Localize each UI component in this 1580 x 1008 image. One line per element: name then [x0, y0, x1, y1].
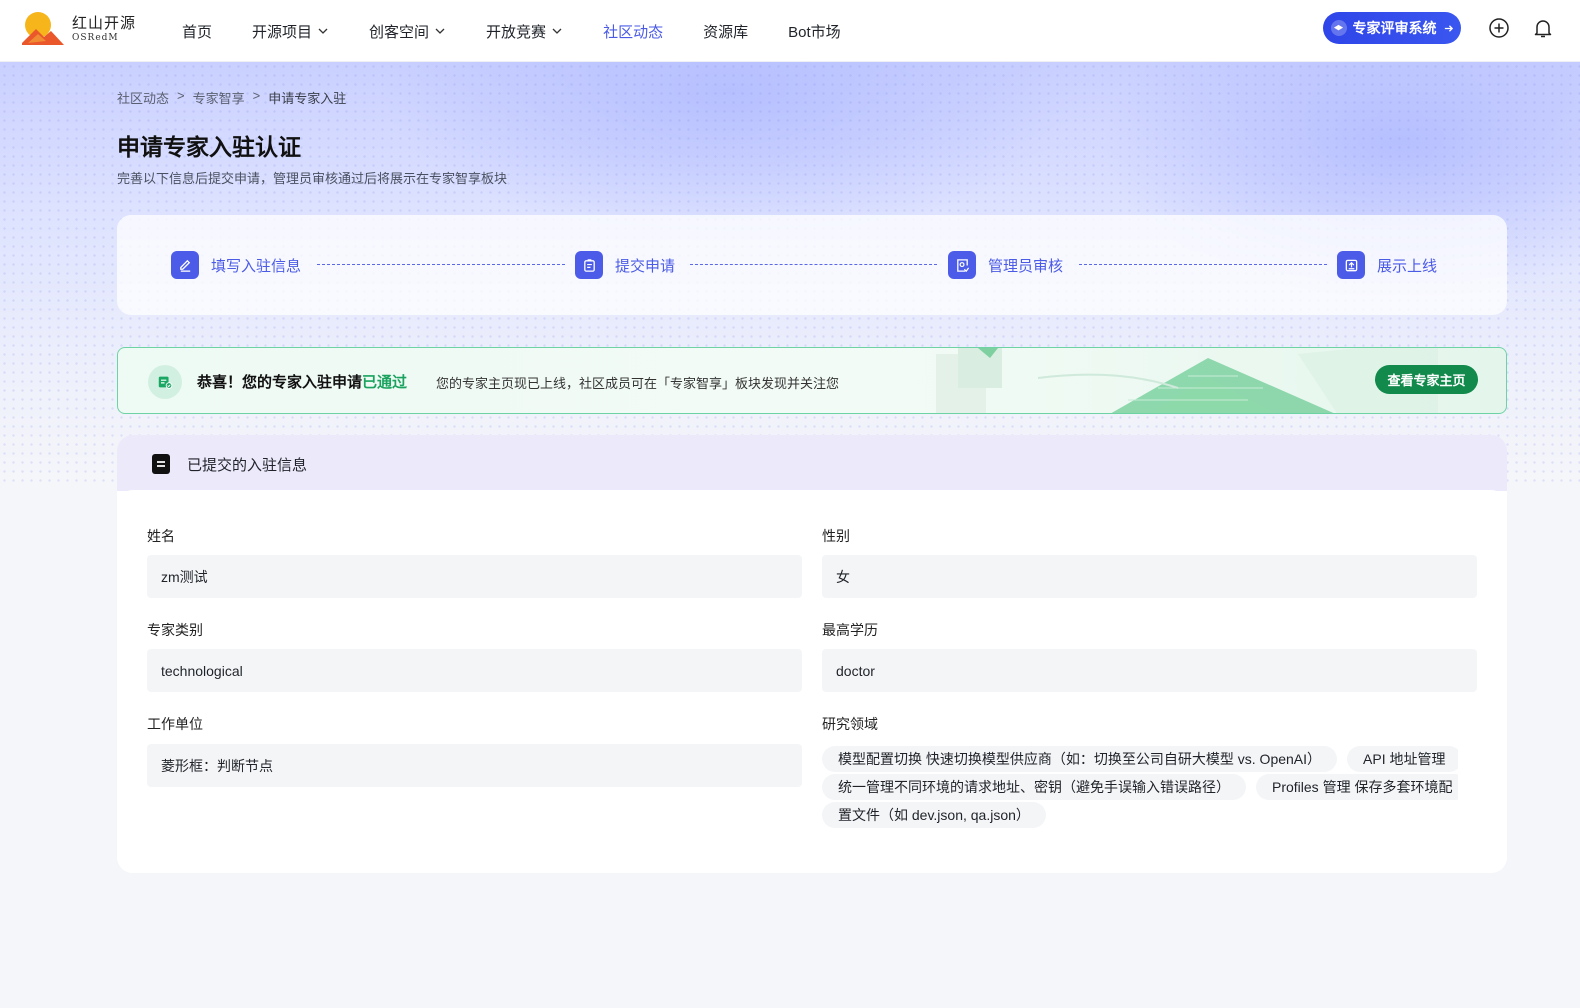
- main-nav: 首页 开源项目 创客空间 开放竞赛 社区动态 资源库 Bot市场: [182, 0, 881, 62]
- info-section-header: 已提交的入驻信息: [117, 435, 1507, 493]
- gender-label: 性别: [822, 528, 850, 544]
- name-label: 姓名: [147, 528, 175, 544]
- step-label: 提交申请: [615, 257, 676, 275]
- step-connector: [690, 264, 937, 265]
- breadcrumb: 社区动态 > 专家智享 > 申请专家入驻: [117, 88, 346, 107]
- arrow-right-icon: [1444, 24, 1453, 32]
- clipboard-icon: [575, 251, 603, 279]
- banner-status: 已通过: [362, 374, 408, 391]
- nav-item-bot-market[interactable]: Bot市场: [788, 21, 841, 42]
- research-field-tags: 模型配置切换 快速切换模型供应商（如：切换至公司自研大模型 vs. OpenAI…: [822, 745, 1458, 841]
- breadcrumb-item-expert[interactable]: 专家智享: [193, 88, 245, 107]
- approval-banner: 恭喜！您的专家入驻申请已通过 您的专家主页现已上线，社区成员可在「专家智享」板块…: [117, 347, 1507, 414]
- review-icon: [948, 251, 976, 279]
- info-section-title: 已提交的入驻信息: [187, 456, 308, 474]
- logo-title: 红山开源: [72, 13, 137, 32]
- nav-label: 创客空间: [369, 23, 430, 41]
- logo[interactable]: 红山开源 OSRedM: [18, 9, 138, 49]
- step-connector: [1079, 264, 1327, 265]
- research-field-label: 研究领域: [822, 716, 878, 732]
- expert-review-system-label: 专家评审系统: [1352, 20, 1437, 36]
- step-publish: 展示上线: [1337, 251, 1437, 279]
- progress-steps: 填写入驻信息 提交申请 管理员审核 展示上线: [117, 215, 1507, 315]
- nav-item-home[interactable]: 首页: [182, 21, 212, 42]
- banner-decoration: [936, 348, 1438, 413]
- name-field: zm测试: [147, 555, 802, 598]
- nav-label: 社区动态: [603, 23, 664, 41]
- nav-label: 开放竞赛: [486, 23, 547, 41]
- bell-icon[interactable]: [1532, 17, 1554, 39]
- page-subtitle: 完善以下信息后提交申请，管理员审核通过后将展示在专家智享板块: [117, 171, 508, 186]
- education-field: doctor: [822, 649, 1477, 692]
- top-nav-bar: 红山开源 OSRedM 首页 开源项目 创客空间 开放竞赛 社区动态 资源库 B…: [0, 0, 1580, 62]
- document-icon: [152, 454, 170, 474]
- education-label: 最高学历: [822, 622, 878, 638]
- step-label: 填写入驻信息: [211, 257, 302, 275]
- step-connector: [317, 264, 565, 265]
- plus-circle-icon[interactable]: [1488, 17, 1510, 39]
- expert-review-system-button[interactable]: 专家评审系统: [1323, 12, 1461, 44]
- edit-icon: [171, 251, 199, 279]
- nav-label: 开源项目: [252, 23, 313, 41]
- page-title: 申请专家入驻认证: [117, 134, 301, 160]
- step-fill-info: 填写入驻信息: [171, 251, 301, 279]
- view-expert-page-button[interactable]: 查看专家主页: [1375, 365, 1478, 394]
- certificate-icon: [148, 365, 182, 399]
- step-label: 展示上线: [1377, 257, 1438, 275]
- nav-item-competition[interactable]: 开放竞赛: [486, 21, 563, 42]
- chevron-down-icon: [552, 28, 562, 34]
- nav-item-maker-space[interactable]: 创客空间: [369, 21, 446, 42]
- logo-subtitle: OSRedM: [72, 32, 119, 43]
- employer-field: 菱形框：判断节点: [147, 744, 802, 787]
- nav-item-open-source[interactable]: 开源项目: [252, 21, 329, 42]
- banner-title: 恭喜！您的专家入驻申请已通过: [197, 371, 407, 392]
- chevron-down-icon: [318, 28, 328, 34]
- breadcrumb-item-current: 申请专家入驻: [268, 91, 347, 106]
- nav-label: 首页: [182, 23, 213, 41]
- banner-title-text: 恭喜！您的专家入驻申请: [197, 374, 363, 391]
- breadcrumb-separator: >: [177, 88, 185, 103]
- logo-mark-icon: [22, 12, 64, 45]
- step-label: 管理员审核: [988, 257, 1064, 275]
- publish-icon: [1337, 251, 1365, 279]
- nav-item-resources[interactable]: 资源库: [703, 21, 748, 42]
- banner-description: 您的专家主页现已上线，社区成员可在「专家智享」板块发现并关注您: [436, 376, 840, 391]
- nav-label: Bot市场: [788, 23, 841, 41]
- nav-label: 资源库: [703, 23, 749, 41]
- step-review: 管理员审核: [948, 251, 1063, 279]
- chevron-down-icon: [435, 28, 445, 34]
- expert-category-field: technological: [147, 649, 802, 692]
- breadcrumb-separator: >: [252, 88, 261, 103]
- graduation-cap-icon: [1330, 20, 1347, 36]
- submitted-info-card: 已提交的入驻信息 姓名 zm测试 性别 女 专家类别 technological…: [117, 435, 1507, 873]
- nav-item-community[interactable]: 社区动态: [603, 21, 663, 42]
- breadcrumb-item-community[interactable]: 社区动态: [117, 88, 169, 107]
- gender-field: 女: [822, 555, 1477, 598]
- research-tag: 模型配置切换 快速切换模型供应商（如：切换至公司自研大模型 vs. OpenAI…: [822, 746, 1338, 772]
- step-submit: 提交申请: [575, 251, 675, 279]
- employer-label: 工作单位: [147, 716, 203, 732]
- expert-category-label: 专家类别: [147, 622, 203, 638]
